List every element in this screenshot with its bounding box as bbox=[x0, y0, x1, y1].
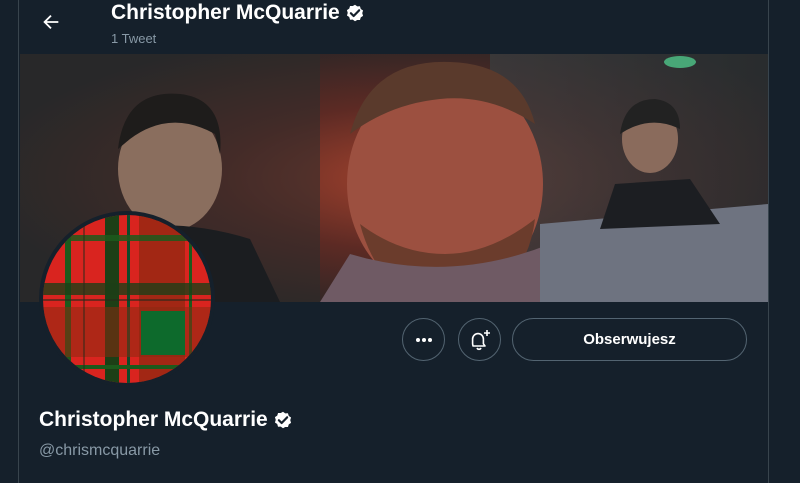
app-window: Christopher McQuarrie 1 Tweet Obserwujes… bbox=[0, 0, 800, 483]
profile-column: Christopher McQuarrie 1 Tweet Obserwujes… bbox=[18, 0, 769, 483]
tweet-count: 1 Tweet bbox=[111, 31, 157, 46]
profile-handle: @chrismcquarrie bbox=[39, 442, 161, 459]
profile-name-text: Christopher McQuarrie bbox=[39, 408, 268, 431]
avatar-frame[interactable] bbox=[39, 211, 215, 387]
red-tartan-avatar bbox=[43, 215, 211, 383]
profile-name: Christopher McQuarrie bbox=[39, 408, 294, 432]
back-button[interactable] bbox=[33, 4, 69, 40]
profile-header: Christopher McQuarrie 1 Tweet bbox=[19, 0, 768, 54]
more-button[interactable] bbox=[402, 318, 445, 361]
arrow-left-icon bbox=[43, 14, 59, 30]
verified-badge-icon bbox=[346, 4, 363, 22]
following-button[interactable]: Obserwujesz bbox=[512, 318, 747, 361]
avatar bbox=[43, 215, 211, 383]
bell-plus-icon bbox=[471, 329, 490, 350]
header-title: Christopher McQuarrie bbox=[111, 0, 366, 26]
more-dots-icon bbox=[415, 337, 432, 342]
verified-badge-icon bbox=[274, 411, 291, 429]
notifications-button[interactable] bbox=[458, 318, 501, 361]
header-title-text: Christopher McQuarrie bbox=[111, 1, 340, 24]
